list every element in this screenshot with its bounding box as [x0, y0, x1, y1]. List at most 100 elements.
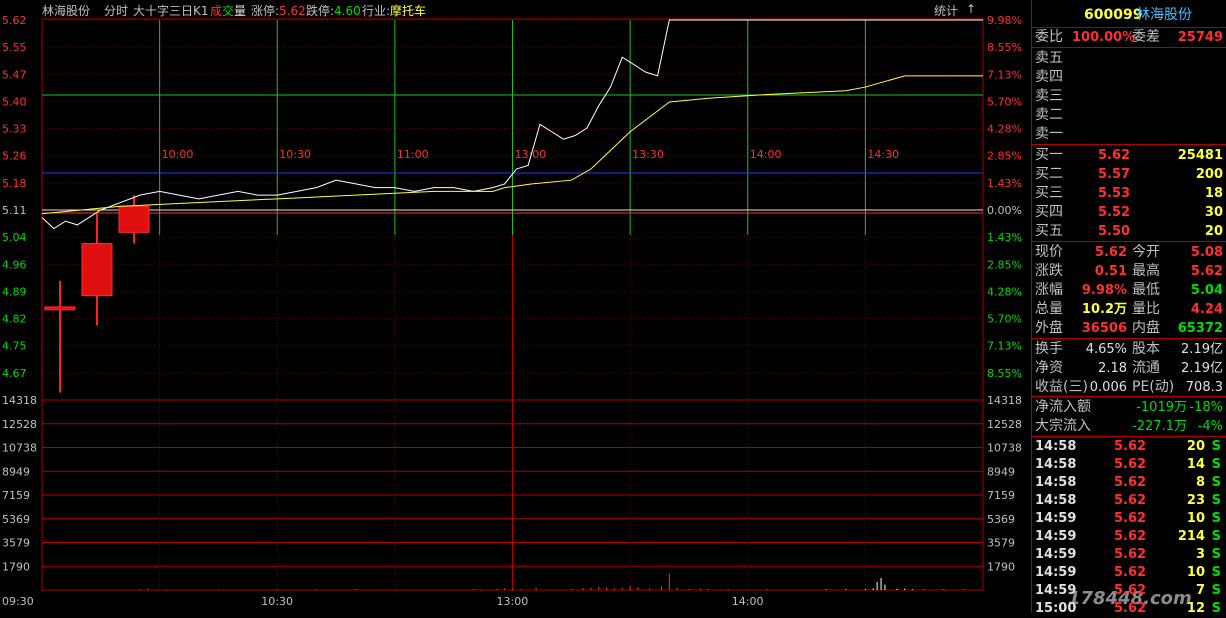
- quote-row: 总量 10.2万 量比 4.24: [1032, 300, 1226, 319]
- divider: [1032, 144, 1226, 145]
- tick-row[interactable]: 14:58 5.62 20 S: [1032, 438, 1226, 456]
- buy-price: 5.53: [1098, 186, 1131, 201]
- sell-row: 卖二: [1032, 106, 1226, 125]
- quote-row: 外盘 36506 内盘 65372: [1032, 319, 1226, 338]
- stats-button[interactable]: 统计: [934, 2, 958, 19]
- fundamental-label: 流通: [1132, 360, 1160, 376]
- quote-row: 涨跌 0.51 最高 5.62: [1032, 262, 1226, 281]
- tick-time: 14:58: [1035, 475, 1077, 490]
- quote-value: 5.04: [1190, 283, 1223, 298]
- divider: [1032, 47, 1226, 48]
- buy-volume: 18: [1204, 186, 1223, 201]
- quote-value: 65372: [1177, 321, 1223, 336]
- tick-time: 15:00: [1035, 601, 1077, 616]
- tick-row[interactable]: 14:59 5.62 214 S: [1032, 528, 1226, 546]
- stock-title: 林海股份: [1136, 7, 1192, 23]
- sell-label: 卖四: [1035, 69, 1063, 85]
- sell-label: 卖一: [1035, 126, 1063, 142]
- fund-flow-value: -227.1万: [1132, 419, 1187, 434]
- indicator-time-label: 13:30: [632, 148, 664, 161]
- price-axis-label: 5.11: [2, 204, 27, 217]
- mode-label[interactable]: 分时: [104, 2, 128, 19]
- buy-row[interactable]: 买二 5.57 200: [1032, 165, 1226, 184]
- weibi-label: 委比: [1035, 29, 1063, 45]
- volume-axis-label-right: 12528: [987, 418, 1022, 431]
- quote-value: 9.98%: [1081, 283, 1127, 298]
- tick-row[interactable]: 14:59 5.62 10 S: [1032, 564, 1226, 582]
- quote-label: 总量: [1035, 301, 1063, 317]
- price-axis-label: 4.96: [2, 258, 27, 271]
- tick-price: 5.62: [1114, 547, 1147, 562]
- price-axis-label: 5.33: [2, 123, 27, 136]
- fund-flow-row: 大宗流入 -227.1万 -4%: [1032, 417, 1226, 436]
- tick-row[interactable]: 15:00 5.62 12 S: [1032, 600, 1226, 618]
- indicator-label[interactable]: 大十字三日K1: [133, 2, 209, 19]
- candle-body: [44, 306, 76, 311]
- tick-side: S: [1211, 583, 1221, 598]
- candle-body: [118, 205, 150, 233]
- limit-up-value: 5.62: [279, 4, 306, 18]
- volume-indicator[interactable]: 成交量: [210, 2, 246, 19]
- buy-volume: 30: [1204, 205, 1223, 220]
- buy-label: 买一: [1035, 147, 1063, 163]
- pct-axis-label: 9.98%: [987, 14, 1022, 27]
- pct-axis-label: 4.28%: [987, 123, 1022, 136]
- indicator-time-label: 11:00: [397, 148, 429, 161]
- time-axis-label: 10:30: [261, 595, 293, 608]
- buy-row[interactable]: 买四 5.52 30: [1032, 203, 1226, 222]
- buy-label: 买四: [1035, 204, 1063, 220]
- fund-flow-row: 净流入额 -1019万 -18%: [1032, 398, 1226, 417]
- price-axis-label: 5.55: [2, 41, 27, 54]
- stats-arrow-icon[interactable]: ↑: [966, 2, 976, 16]
- fundamental-label: 净资: [1035, 360, 1063, 376]
- intraday-chart-panel[interactable]: 5.62 5.55 5.47 5.40 5.33 5.26 5.18 5.11 5.04 4.96…: [0, 0, 1192, 613]
- tick-volume: 7: [1195, 583, 1205, 598]
- tick-row[interactable]: 14:59 5.62 7 S: [1032, 582, 1226, 600]
- fundamental-label: 收益(三): [1035, 379, 1088, 395]
- buy-price: 5.52: [1098, 205, 1131, 220]
- tick-row[interactable]: 14:58 5.62 14 S: [1032, 456, 1226, 474]
- fundamental-label: 换手: [1035, 341, 1063, 357]
- buy-label: 买三: [1035, 185, 1063, 201]
- buy-row[interactable]: 买五 5.50 20: [1032, 222, 1226, 241]
- volume-indicator-mid: 交: [222, 4, 235, 18]
- sell-label: 卖三: [1035, 88, 1063, 104]
- sell-row: 卖四: [1032, 68, 1226, 87]
- tick-row[interactable]: 14:58 5.62 8 S: [1032, 474, 1226, 492]
- industry[interactable]: 行业:摩托车: [362, 2, 426, 19]
- tick-volume: 10: [1186, 511, 1205, 526]
- quote-value: 5.62: [1094, 245, 1127, 260]
- fundamental-value: 4.65%: [1085, 342, 1127, 357]
- tick-row[interactable]: 14:58 5.62 23 S: [1032, 492, 1226, 510]
- price-axis-label: 4.75: [2, 340, 27, 353]
- pct-axis-label: 0.00%: [987, 204, 1022, 217]
- buy-volume: 200: [1195, 167, 1223, 182]
- divider: [1032, 436, 1226, 437]
- divider: [1032, 396, 1226, 397]
- tick-volume: 10: [1186, 565, 1205, 580]
- quote-value: 10.2万: [1081, 302, 1127, 317]
- tick-side: S: [1211, 547, 1221, 562]
- quote-label: 最低: [1132, 282, 1160, 298]
- candle-body: [81, 243, 113, 297]
- price-axis-label: 4.67: [2, 367, 27, 380]
- quote-side-panel: 600099 林海股份 委比 100.00% 委差 25749 卖五 卖四 卖三 卖二…: [1031, 0, 1226, 616]
- fundamental-value: 2.19亿: [1181, 342, 1223, 357]
- fund-flow-label: 大宗流入: [1035, 418, 1091, 434]
- tick-side: S: [1211, 601, 1221, 616]
- tick-row[interactable]: 14:59 5.62 3 S: [1032, 546, 1226, 564]
- price-axis-label: 5.26: [2, 150, 27, 163]
- fundamental-label: PE(动): [1132, 379, 1175, 395]
- buy-row[interactable]: 买三 5.53 18: [1032, 184, 1226, 203]
- pct-axis-label: 2.85%: [987, 258, 1022, 271]
- tick-price: 5.62: [1114, 601, 1147, 616]
- intraday-chart[interactable]: 5.62 5.55 5.47 5.40 5.33 5.26 5.18 5.11 5.04 4.96…: [0, 0, 1031, 613]
- volume-axis-label-right: 5369: [987, 513, 1015, 526]
- price-axis-label: 5.62: [2, 14, 27, 27]
- quote-value: 36506: [1081, 321, 1127, 336]
- tick-row[interactable]: 14:59 5.62 10 S: [1032, 510, 1226, 528]
- buy-row[interactable]: 买一 5.62 25481: [1032, 146, 1226, 165]
- fundamental-label: 股本: [1132, 341, 1160, 357]
- limit-down: 跌停:4.60: [306, 2, 361, 19]
- tick-volume: 14: [1186, 457, 1205, 472]
